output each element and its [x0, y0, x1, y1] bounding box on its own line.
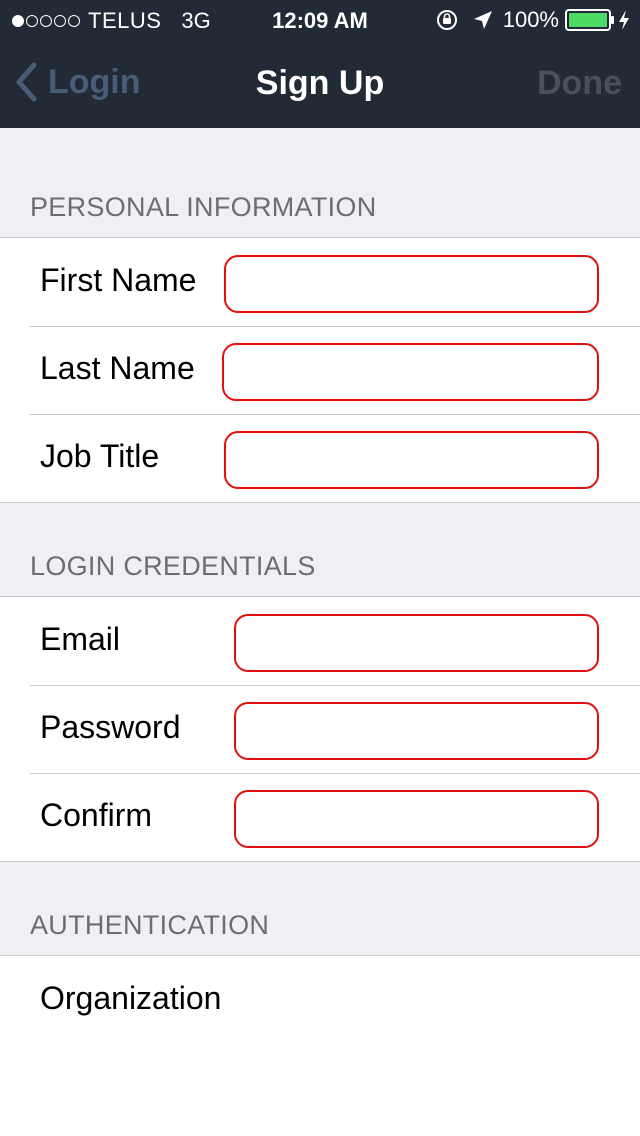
- organization-label: Organization: [40, 980, 222, 1016]
- signal-dot-icon: [54, 15, 66, 27]
- login-credentials-group: Email Password Confirm: [0, 597, 640, 862]
- chevron-left-icon: [16, 62, 37, 102]
- password-row: Password: [0, 685, 640, 773]
- password-field[interactable]: [234, 702, 599, 760]
- network-type: 3G: [181, 8, 211, 33]
- confirm-password-row: Confirm: [0, 773, 640, 861]
- section-header-label: LOGIN CREDENTIALS: [30, 551, 316, 581]
- job-title-label: Job Title: [40, 438, 160, 474]
- personal-information-group: First Name Last Name Job Title: [0, 238, 640, 503]
- signal-dot-icon: [40, 15, 52, 27]
- charging-bolt-icon: [619, 10, 629, 30]
- section-header-personal: PERSONAL INFORMATION: [0, 128, 640, 238]
- status-right: 100%: [435, 7, 630, 33]
- back-button-label: Login: [48, 62, 141, 101]
- signal-dot-icon: [26, 15, 38, 27]
- first-name-field[interactable]: [224, 255, 599, 313]
- back-button[interactable]: Login: [14, 62, 141, 102]
- section-header-login: LOGIN CREDENTIALS: [0, 502, 640, 597]
- first-name-label: First Name: [40, 262, 197, 298]
- carrier-name: TELUS: [88, 8, 162, 33]
- location-arrow-icon: [473, 11, 492, 29]
- section-header-authentication: AUTHENTICATION: [0, 861, 640, 956]
- confirm-label: Confirm: [40, 797, 153, 833]
- orientation-lock-icon: [436, 10, 457, 30]
- last-name-field[interactable]: [222, 343, 599, 401]
- signal-dot-icon: [68, 15, 80, 27]
- status-bar: TELUS 3G 12:09 AM 100%: [0, 0, 640, 40]
- email-row: Email: [0, 597, 640, 685]
- job-title-row: Job Title: [0, 414, 640, 502]
- confirm-password-field[interactable]: [234, 790, 599, 848]
- section-header-label: AUTHENTICATION: [30, 910, 270, 940]
- battery-percent: 100%: [502, 7, 559, 32]
- battery-icon: [565, 9, 614, 31]
- last-name-label: Last Name: [40, 350, 195, 386]
- top-bar: TELUS 3G 12:09 AM 100% Login Sign Up Don…: [0, 0, 640, 128]
- done-button[interactable]: Done: [537, 64, 622, 103]
- last-name-row: Last Name: [0, 326, 640, 414]
- first-name-row: First Name: [0, 238, 640, 326]
- carrier-info: TELUS 3G: [12, 8, 211, 34]
- email-field[interactable]: [234, 614, 599, 672]
- form-content: PERSONAL INFORMATION First Name Last Nam…: [0, 128, 640, 1136]
- signal-dot-icon: [12, 15, 24, 27]
- password-label: Password: [40, 709, 181, 745]
- section-header-label: PERSONAL INFORMATION: [30, 192, 377, 222]
- job-title-field[interactable]: [224, 431, 599, 489]
- navigation-bar: Login Sign Up Done: [0, 40, 640, 128]
- email-label: Email: [40, 621, 121, 657]
- organization-row[interactable]: Organization: [0, 956, 640, 1136]
